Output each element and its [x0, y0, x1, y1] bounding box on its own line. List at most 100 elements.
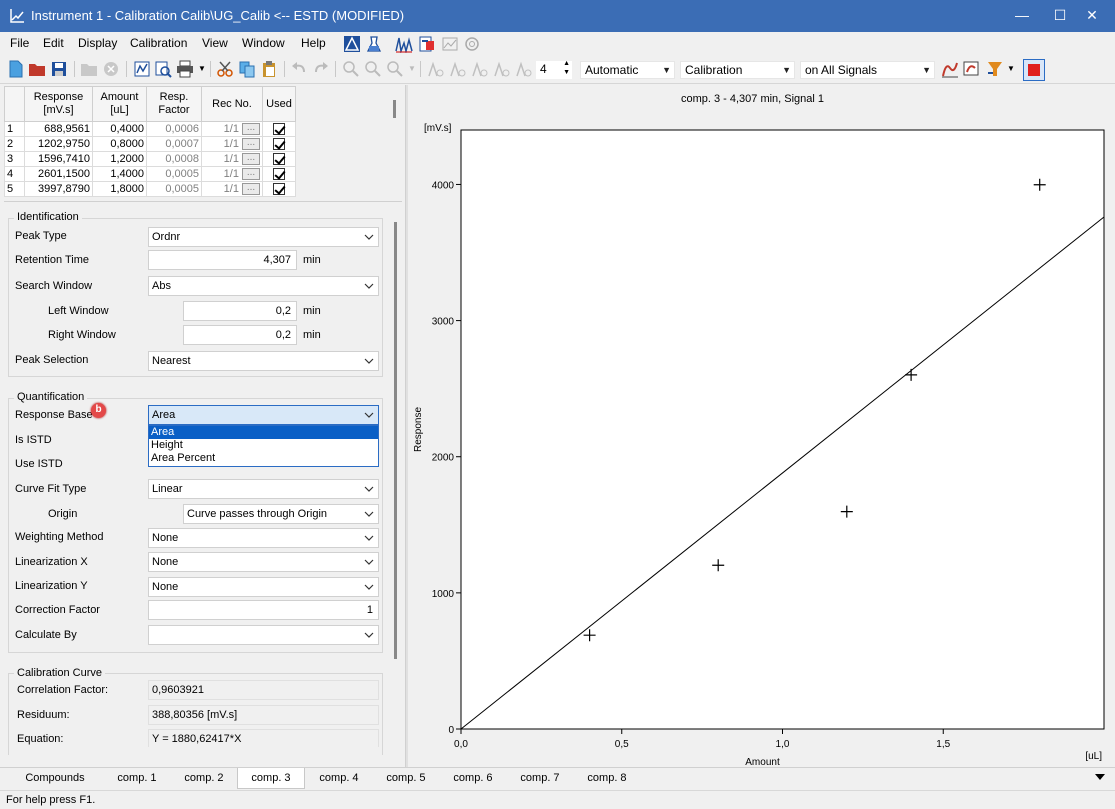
calib-edit-icon[interactable] [963, 60, 981, 78]
calibration-combo[interactable]: Calibration ▼ [680, 61, 795, 79]
filter-icon[interactable] [986, 60, 1004, 78]
ellipsis-button[interactable]: ... [242, 123, 260, 136]
table-row[interactable]: 5 3997,8790 1,8000 0,0005 1/1 ... [4, 181, 296, 197]
report-icon[interactable] [418, 35, 436, 53]
used-cell[interactable] [262, 166, 296, 182]
dropdown-option-area-percent[interactable]: Area Percent [149, 452, 378, 465]
amount-cell[interactable]: 0,4000 [92, 121, 147, 137]
used-checkbox[interactable] [273, 138, 285, 151]
folder-disabled-icon[interactable] [80, 60, 98, 78]
response-cell[interactable]: 2601,1500 [24, 166, 93, 182]
print-dropdown-icon[interactable]: ▼ [198, 64, 206, 73]
amount-cell[interactable]: 1,8000 [92, 181, 147, 197]
ellipsis-button[interactable]: ... [242, 153, 260, 166]
filter-dropdown-icon[interactable]: ▼ [1007, 64, 1015, 73]
used-cell[interactable] [262, 136, 296, 152]
peak-type-select[interactable]: Ordnr [148, 227, 379, 247]
chromatogram-icon[interactable] [395, 35, 413, 53]
image-icon[interactable] [441, 35, 459, 53]
rec-cell[interactable]: 1/1 ... [201, 181, 263, 197]
origin-select[interactable]: Curve passes through Origin [183, 504, 379, 524]
used-checkbox[interactable] [273, 123, 285, 136]
tab-comp-8[interactable]: comp. 8 [574, 768, 640, 788]
column-resp-factor[interactable]: Resp. Factor [146, 86, 202, 122]
used-cell[interactable] [262, 121, 296, 137]
dropdown-option-area[interactable]: Area [149, 426, 378, 439]
amount-cell[interactable]: 1,2000 [92, 151, 147, 167]
tabs-overflow-icon[interactable] [1095, 774, 1105, 780]
tab-comp-3[interactable]: comp. 3 [237, 768, 305, 789]
globe-icon[interactable] [463, 35, 481, 53]
open-folder-icon[interactable] [28, 60, 46, 78]
zoom-out-icon[interactable] [364, 60, 382, 78]
menu-calibration[interactable]: Calibration [130, 36, 187, 50]
flask-icon[interactable] [365, 35, 383, 53]
response-base-select[interactable]: Area [148, 405, 379, 425]
ellipsis-button[interactable]: ... [242, 183, 260, 196]
signals-combo[interactable]: on All Signals ▼ [800, 61, 935, 79]
peak-selection-select[interactable]: Nearest [148, 351, 379, 371]
response-cell[interactable]: 1202,9750 [24, 136, 93, 152]
menu-view[interactable]: View [202, 36, 228, 50]
properties-scrollbar[interactable] [394, 222, 397, 659]
response-cell[interactable]: 1596,7410 [24, 151, 93, 167]
calib-fit-icon[interactable] [941, 60, 959, 78]
tab-comp-5[interactable]: comp. 5 [373, 768, 439, 788]
mode-combo[interactable]: Automatic ▼ [580, 61, 675, 79]
rec-cell[interactable]: 1/1 ... [201, 166, 263, 182]
retention-time-input[interactable]: 4,307 [148, 250, 297, 270]
used-checkbox[interactable] [273, 153, 285, 166]
undo-icon[interactable] [290, 60, 308, 78]
delete-disabled-icon[interactable] [102, 60, 120, 78]
response-cell[interactable]: 3997,8790 [24, 181, 93, 197]
peak-tool-2-icon[interactable] [449, 60, 467, 78]
amount-cell[interactable]: 0,8000 [92, 136, 147, 152]
rec-cell[interactable]: 1/1 ... [201, 136, 263, 152]
table-row[interactable]: 4 2601,1500 1,4000 0,0005 1/1 ... [4, 166, 296, 182]
cut-icon[interactable] [216, 60, 234, 78]
table-row[interactable]: 2 1202,9750 0,8000 0,0007 1/1 ... [4, 136, 296, 152]
response-cell[interactable]: 688,9561 [24, 121, 93, 137]
lin-x-select[interactable]: None [148, 552, 379, 572]
peak-tool-4-icon[interactable] [493, 60, 511, 78]
tab-compounds[interactable]: Compounds [10, 768, 100, 788]
zoom-dropdown-icon[interactable]: ▼ [408, 64, 416, 73]
column-response[interactable]: Response [mV.s] [24, 86, 93, 122]
column-amount[interactable]: Amount [uL] [92, 86, 147, 122]
zoom-in-icon[interactable] [342, 60, 360, 78]
used-checkbox[interactable] [273, 183, 285, 196]
rec-cell[interactable]: 1/1 ... [201, 151, 263, 167]
lin-y-select[interactable]: None [148, 577, 379, 597]
correction-factor-input[interactable]: 1 [148, 600, 379, 620]
ellipsis-button[interactable]: ... [242, 138, 260, 151]
table-scrollbar[interactable] [393, 100, 396, 118]
properties-icon[interactable] [133, 60, 151, 78]
level-spinner[interactable]: 4 ▲ ▼ [536, 59, 572, 79]
zoom-icon[interactable] [386, 60, 404, 78]
peak-tool-1-icon[interactable] [427, 60, 445, 78]
menu-display[interactable]: Display [78, 36, 117, 50]
menu-file[interactable]: File [10, 36, 29, 50]
stop-button[interactable] [1023, 59, 1045, 81]
menu-help[interactable]: Help [301, 36, 326, 50]
tab-comp-7[interactable]: comp. 7 [507, 768, 573, 788]
menu-edit[interactable]: Edit [43, 36, 64, 50]
right-window-input[interactable]: 0,2 [183, 325, 297, 345]
rec-cell[interactable]: 1/1 ... [201, 121, 263, 137]
tab-comp-2[interactable]: comp. 2 [171, 768, 237, 788]
used-cell[interactable] [262, 151, 296, 167]
table-row[interactable]: 1 688,9561 0,4000 0,0006 1/1 ... [4, 121, 296, 137]
left-window-input[interactable]: 0,2 [183, 301, 297, 321]
dropdown-option-height[interactable]: Height [149, 439, 378, 452]
used-checkbox[interactable] [273, 168, 285, 181]
calculate-by-select[interactable] [148, 625, 379, 645]
tab-comp-4[interactable]: comp. 4 [306, 768, 372, 788]
spinner-arrows-icon[interactable]: ▲ ▼ [563, 59, 570, 77]
weighting-select[interactable]: None [148, 528, 379, 548]
new-icon[interactable] [7, 60, 25, 78]
pane-splitter[interactable] [405, 85, 408, 767]
tab-comp-1[interactable]: comp. 1 [104, 768, 170, 788]
copy-icon[interactable] [238, 60, 256, 78]
save-icon[interactable] [50, 60, 68, 78]
peak-icon[interactable] [343, 35, 361, 53]
